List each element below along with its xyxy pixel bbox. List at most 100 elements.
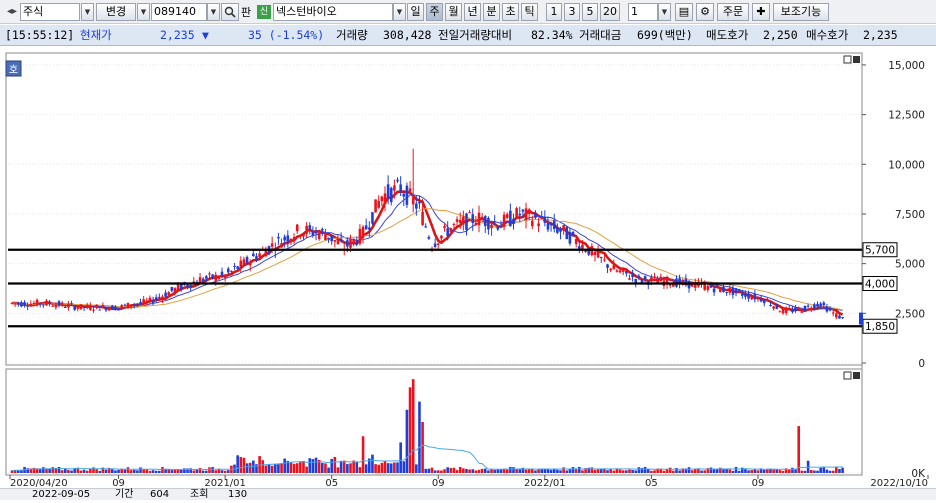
candle-body	[734, 288, 738, 293]
candle-body	[612, 265, 616, 270]
stock-name-dropdown-icon[interactable]: ▼	[393, 3, 406, 21]
volume-bar	[16, 470, 20, 473]
stock-code-input[interactable]: 089140	[151, 3, 207, 21]
code-list-dropdown-icon[interactable]: ▼	[207, 3, 220, 21]
price-tick-label: 2,500	[895, 308, 925, 320]
volume-bar	[245, 463, 249, 473]
candle-body	[681, 279, 685, 283]
candle-body	[16, 302, 20, 305]
interval-button-5[interactable]: 5	[582, 3, 598, 21]
save-button[interactable]: ▤	[675, 3, 693, 21]
chart-svg[interactable]: 15,00012,50010,0007,5005,0002,5000 80,00…	[0, 47, 936, 500]
change-button[interactable]: 변경	[96, 3, 136, 21]
candle-body	[164, 292, 167, 297]
volume-bar	[82, 469, 86, 473]
aux-function-button[interactable]: 보조기능	[773, 3, 829, 21]
add-button[interactable]: ✚	[752, 3, 770, 21]
volume-bar	[744, 468, 747, 473]
period-button-1[interactable]: 주	[426, 3, 443, 21]
candle-body	[603, 259, 606, 261]
period-input[interactable]: 604	[150, 489, 169, 500]
candle-body	[26, 305, 29, 307]
maximize-icon[interactable]	[843, 55, 852, 64]
volume-maximize-icon[interactable]	[843, 371, 852, 380]
volume-bar	[709, 467, 713, 473]
order-button[interactable]: 주문	[717, 3, 749, 21]
volume-bar	[374, 464, 377, 473]
period-button-3[interactable]: 년	[464, 3, 481, 21]
code-dropdown-icon[interactable]: ▼	[137, 3, 150, 21]
market-type-dropdown-icon[interactable]: ▼	[81, 3, 94, 21]
search-button[interactable]	[221, 3, 239, 21]
candle-body	[762, 299, 766, 304]
volume-bar	[483, 468, 487, 473]
candle-body	[129, 306, 133, 308]
candle-body	[518, 213, 522, 216]
volume-bar	[578, 466, 581, 473]
candle-body	[220, 271, 224, 275]
candle-body	[831, 312, 835, 314]
count-input[interactable]: 1	[628, 3, 658, 21]
view-label: 조회	[190, 489, 209, 500]
volume-bar	[678, 470, 681, 473]
period-button-6[interactable]: 틱	[521, 3, 538, 21]
candle-body	[543, 216, 547, 223]
count-dropdown-icon[interactable]: ▼	[658, 3, 671, 21]
candle-body	[242, 259, 246, 265]
volume-bar	[277, 464, 280, 473]
candle-body	[559, 230, 562, 232]
ask-price: 2,250	[763, 28, 798, 42]
volume-bar	[205, 470, 208, 473]
candle-body	[107, 308, 111, 311]
volume-bar	[267, 464, 271, 473]
candle-body	[82, 306, 86, 308]
interval-button-20[interactable]: 20	[600, 3, 620, 21]
candle-body	[23, 302, 26, 306]
volume-bar	[593, 469, 597, 473]
candle-body	[239, 260, 243, 268]
interval-button-1[interactable]: 1	[546, 3, 562, 21]
candle-body	[502, 214, 506, 227]
volume-bar	[139, 467, 142, 473]
candle-body	[368, 227, 371, 230]
candle-body	[330, 235, 334, 242]
volume-bar	[512, 467, 515, 473]
candle-body	[458, 219, 462, 223]
candle-body	[571, 231, 575, 235]
candle-body	[211, 274, 214, 279]
volume-bar	[355, 461, 359, 473]
date-input[interactable]: 2022-09-05	[32, 489, 90, 500]
candle-body	[10, 302, 14, 304]
volume-bar	[173, 469, 177, 473]
market-type-select[interactable]: 주식	[20, 3, 80, 21]
arrows-icon[interactable]: ◂▸	[4, 3, 20, 21]
candle-body	[719, 288, 722, 293]
view-input[interactable]: 130	[228, 489, 247, 500]
stock-name-field[interactable]: 넥스턴바이오	[273, 3, 393, 21]
period-button-4[interactable]: 분	[483, 3, 500, 21]
period-button-5[interactable]: 초	[502, 3, 519, 21]
candle-body	[173, 288, 177, 293]
candle-body	[299, 235, 302, 237]
volume-bar	[841, 467, 844, 473]
volume-bar	[653, 470, 656, 473]
volume-bar	[452, 467, 456, 473]
volume-bar	[596, 469, 600, 473]
period-button-2[interactable]: 월	[445, 3, 462, 21]
settings-button[interactable]: ⚙	[696, 3, 714, 21]
volume-bar	[214, 470, 218, 473]
candle-body	[772, 306, 775, 309]
period-button-0[interactable]: 일	[407, 3, 424, 21]
candle-body	[13, 303, 17, 305]
search-icon	[224, 6, 236, 18]
candle-body	[352, 238, 355, 244]
candle-body	[455, 219, 459, 222]
volume-bar	[480, 468, 484, 473]
volume-bar	[446, 467, 449, 473]
prev-volume-ratio: 82.34%	[531, 28, 573, 42]
volume-close-icon[interactable]	[853, 372, 860, 379]
close-panel-icon[interactable]	[853, 56, 860, 63]
interval-button-3[interactable]: 3	[564, 3, 580, 21]
volume-bar	[386, 463, 390, 473]
volume-label: 거래량	[336, 28, 368, 42]
